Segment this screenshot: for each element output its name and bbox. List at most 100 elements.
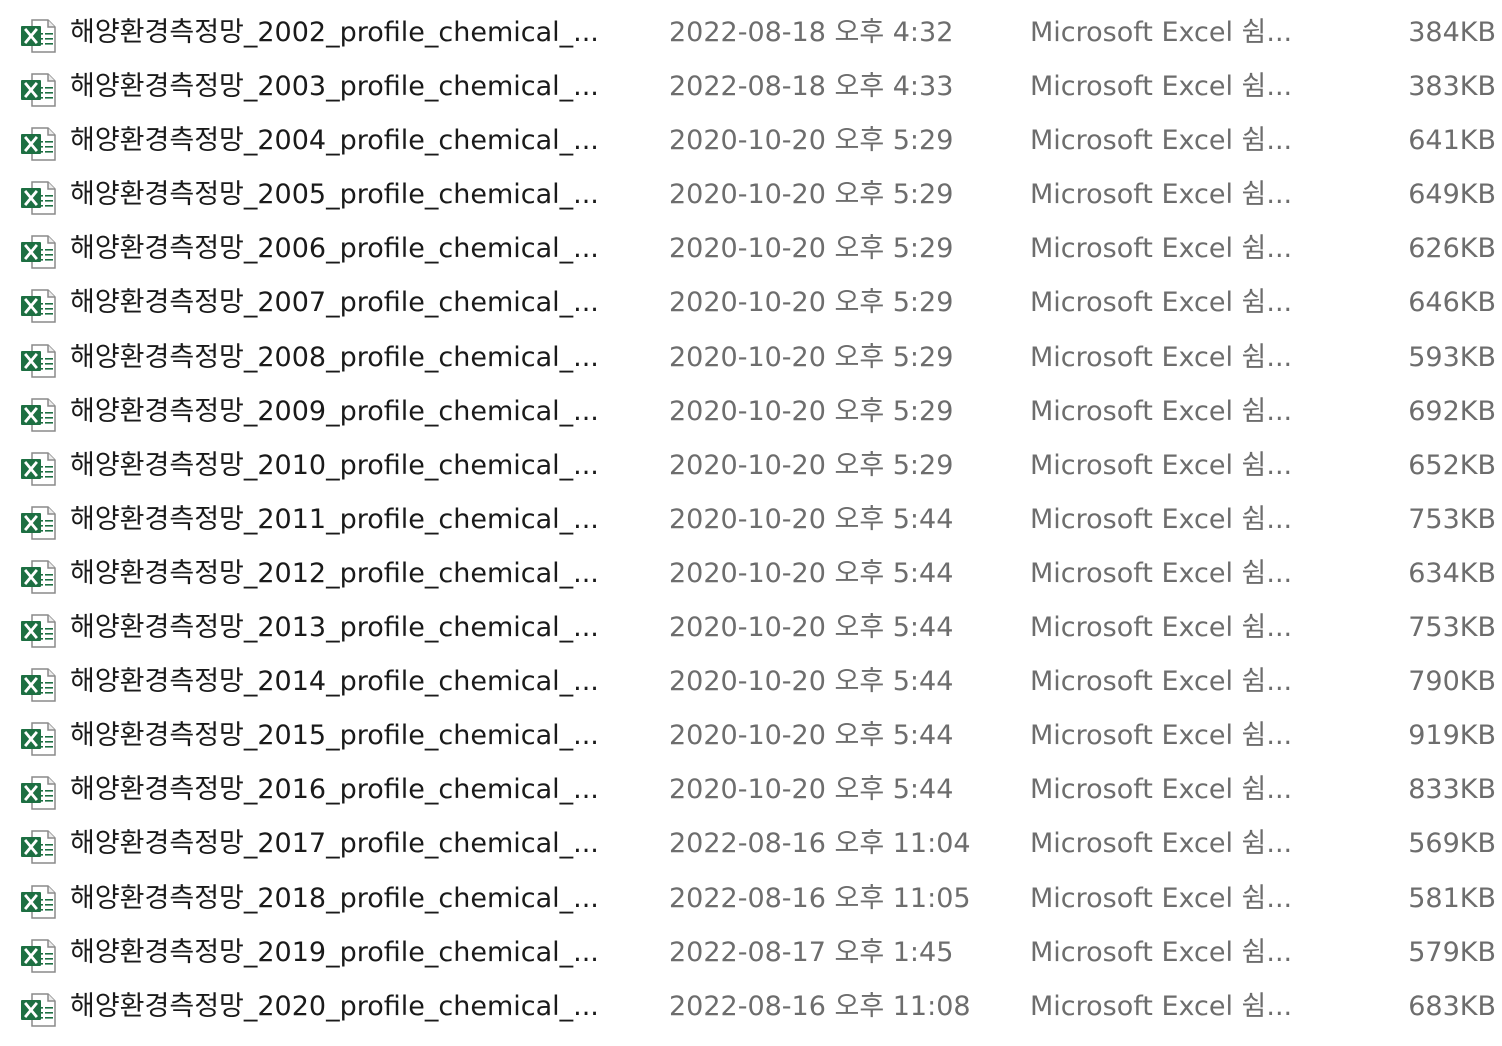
file-type: Microsoft Excel 쉼...: [1030, 612, 1293, 644]
file-modified-date: 2022-08-16 오후 11:08: [669, 990, 971, 1022]
file-type: Microsoft Excel 쉼...: [1030, 936, 1293, 968]
file-type: Microsoft Excel 쉼...: [1030, 828, 1293, 860]
file-name[interactable]: 해양환경측정망_2010_profile_chemical_...: [70, 439, 630, 493]
excel-file-icon: [20, 667, 56, 702]
file-name[interactable]: 해양환경측정망_2016_profile_chemical_...: [70, 763, 630, 817]
file-name[interactable]: 해양환경측정망_2018_profile_chemical_...: [70, 872, 630, 926]
file-name[interactable]: 해양환경측정망_2002_profile_chemical_...: [70, 6, 630, 60]
file-size: 593KB: [1408, 341, 1496, 373]
file-row[interactable]: 해양환경측정망_2017_profile_chemical_... 2022-0…: [0, 817, 1502, 871]
file-type: Microsoft Excel 쉼...: [1030, 71, 1293, 103]
file-row[interactable]: 해양환경측정망_2008_profile_chemical_... 2020-1…: [0, 331, 1502, 385]
file-size: 384KB: [1408, 17, 1496, 48]
file-size: 569KB: [1408, 828, 1496, 860]
file-size: 581KB: [1408, 882, 1496, 914]
file-row[interactable]: 해양환경측정망_2003_profile_chemical_... 2022-0…: [0, 60, 1502, 114]
file-name[interactable]: 해양환경측정망_2005_profile_chemical_...: [70, 168, 630, 222]
file-size: 833KB: [1408, 774, 1496, 806]
excel-file-icon: [20, 343, 56, 378]
file-row[interactable]: 해양환경측정망_2016_profile_chemical_... 2020-1…: [0, 763, 1502, 817]
excel-file-icon: [20, 397, 56, 432]
file-modified-date: 2020-10-20 오후 5:44: [669, 503, 954, 535]
file-type: Microsoft Excel 쉼...: [1030, 774, 1293, 806]
file-type: Microsoft Excel 쉼...: [1030, 125, 1293, 157]
file-row[interactable]: 해양환경측정망_2011_profile_chemical_... 2020-1…: [0, 493, 1502, 547]
excel-file-icon: [20, 451, 56, 486]
file-row[interactable]: 해양환경측정망_2010_profile_chemical_... 2020-1…: [0, 439, 1502, 493]
excel-file-icon: [20, 938, 56, 973]
file-name[interactable]: 해양환경측정망_2011_profile_chemical_...: [70, 493, 630, 547]
file-name[interactable]: 해양환경측정망_2007_profile_chemical_...: [70, 276, 630, 330]
file-type: Microsoft Excel 쉼...: [1030, 17, 1293, 48]
file-modified-date: 2020-10-20 오후 5:44: [669, 720, 954, 752]
file-name[interactable]: 해양환경측정망_2013_profile_chemical_...: [70, 601, 630, 655]
excel-file-icon: [20, 721, 56, 756]
excel-file-icon: [20, 884, 56, 919]
file-row[interactable]: 해양환경측정망_2004_profile_chemical_... 2020-1…: [0, 114, 1502, 168]
file-row[interactable]: 해양환경측정망_2014_profile_chemical_... 2020-1…: [0, 655, 1502, 709]
file-name[interactable]: 해양환경측정망_2017_profile_chemical_...: [70, 817, 630, 871]
file-type: Microsoft Excel 쉼...: [1030, 233, 1293, 265]
file-row[interactable]: 해양환경측정망_2006_profile_chemical_... 2020-1…: [0, 222, 1502, 276]
file-row[interactable]: 해양환경측정망_2007_profile_chemical_... 2020-1…: [0, 276, 1502, 330]
file-modified-date: 2020-10-20 오후 5:29: [669, 125, 954, 157]
file-modified-date: 2022-08-16 오후 11:04: [669, 828, 971, 860]
file-modified-date: 2022-08-18 오후 4:32: [669, 17, 954, 48]
file-type: Microsoft Excel 쉼...: [1030, 449, 1293, 481]
file-modified-date: 2022-08-18 오후 4:33: [669, 71, 954, 103]
file-name[interactable]: 해양환경측정망_2008_profile_chemical_...: [70, 331, 630, 385]
file-modified-date: 2020-10-20 오후 5:44: [669, 557, 954, 589]
file-row[interactable]: 해양환경측정망_2005_profile_chemical_... 2020-1…: [0, 168, 1502, 222]
file-type: Microsoft Excel 쉼...: [1030, 557, 1293, 589]
excel-file-icon: [20, 72, 56, 107]
file-type: Microsoft Excel 쉼...: [1030, 720, 1293, 752]
file-row[interactable]: 해양환경측정망_2019_profile_chemical_... 2022-0…: [0, 926, 1502, 980]
file-modified-date: 2020-10-20 오후 5:29: [669, 395, 954, 427]
file-row[interactable]: 해양환경측정망_2013_profile_chemical_... 2020-1…: [0, 601, 1502, 655]
file-modified-date: 2020-10-20 오후 5:44: [669, 666, 954, 698]
file-name[interactable]: 해양환경측정망_2014_profile_chemical_...: [70, 655, 630, 709]
file-size: 634KB: [1408, 557, 1496, 589]
file-modified-date: 2022-08-16 오후 11:05: [669, 882, 971, 914]
file-row[interactable]: 해양환경측정망_2015_profile_chemical_... 2020-1…: [0, 709, 1502, 763]
file-modified-date: 2020-10-20 오후 5:29: [669, 341, 954, 373]
file-name[interactable]: 해양환경측정망_2012_profile_chemical_...: [70, 547, 630, 601]
file-size: 579KB: [1408, 936, 1496, 968]
file-type: Microsoft Excel 쉼...: [1030, 341, 1293, 373]
file-type: Microsoft Excel 쉼...: [1030, 990, 1293, 1022]
file-size: 919KB: [1408, 720, 1496, 752]
file-size: 646KB: [1408, 287, 1496, 319]
file-row[interactable]: 해양환경측정망_2002_profile_chemical_... 2022-0…: [0, 6, 1502, 60]
file-type: Microsoft Excel 쉼...: [1030, 287, 1293, 319]
file-size: 753KB: [1408, 612, 1496, 644]
file-name[interactable]: 해양환경측정망_2003_profile_chemical_...: [70, 60, 630, 114]
file-name[interactable]: 해양환경측정망_2004_profile_chemical_...: [70, 114, 630, 168]
file-modified-date: 2020-10-20 오후 5:29: [669, 179, 954, 211]
file-row[interactable]: 해양환경측정망_2012_profile_chemical_... 2020-1…: [0, 547, 1502, 601]
file-name[interactable]: 해양환경측정망_2009_profile_chemical_...: [70, 385, 630, 439]
file-type: Microsoft Excel 쉼...: [1030, 666, 1293, 698]
file-name[interactable]: 해양환경측정망_2019_profile_chemical_...: [70, 926, 630, 980]
file-row[interactable]: 해양환경측정망_2009_profile_chemical_... 2020-1…: [0, 385, 1502, 439]
file-modified-date: 2020-10-20 오후 5:29: [669, 287, 954, 319]
file-name[interactable]: 해양환경측정망_2020_profile_chemical_...: [70, 980, 630, 1034]
file-modified-date: 2020-10-20 오후 5:29: [669, 233, 954, 265]
excel-file-icon: [20, 775, 56, 811]
file-row[interactable]: 해양환경측정망_2020_profile_chemical_... 2022-0…: [0, 980, 1502, 1034]
file-modified-date: 2020-10-20 오후 5:44: [669, 774, 954, 806]
excel-file-icon: [20, 126, 56, 161]
excel-file-icon: [20, 829, 56, 865]
file-name[interactable]: 해양환경측정망_2006_profile_chemical_...: [70, 222, 630, 276]
file-modified-date: 2020-10-20 오후 5:29: [669, 449, 954, 481]
file-modified-date: 2022-08-17 오후 1:45: [669, 936, 954, 968]
excel-file-icon: [20, 234, 56, 270]
excel-file-icon: [20, 613, 56, 648]
file-size: 626KB: [1408, 233, 1496, 265]
file-type: Microsoft Excel 쉼...: [1030, 395, 1293, 427]
file-modified-date: 2020-10-20 오후 5:44: [669, 612, 954, 644]
file-row[interactable]: 해양환경측정망_2018_profile_chemical_... 2022-0…: [0, 872, 1502, 926]
excel-file-icon: [20, 505, 56, 540]
file-size: 649KB: [1408, 179, 1496, 211]
file-size: 683KB: [1408, 990, 1496, 1022]
file-name[interactable]: 해양환경측정망_2015_profile_chemical_...: [70, 709, 630, 763]
